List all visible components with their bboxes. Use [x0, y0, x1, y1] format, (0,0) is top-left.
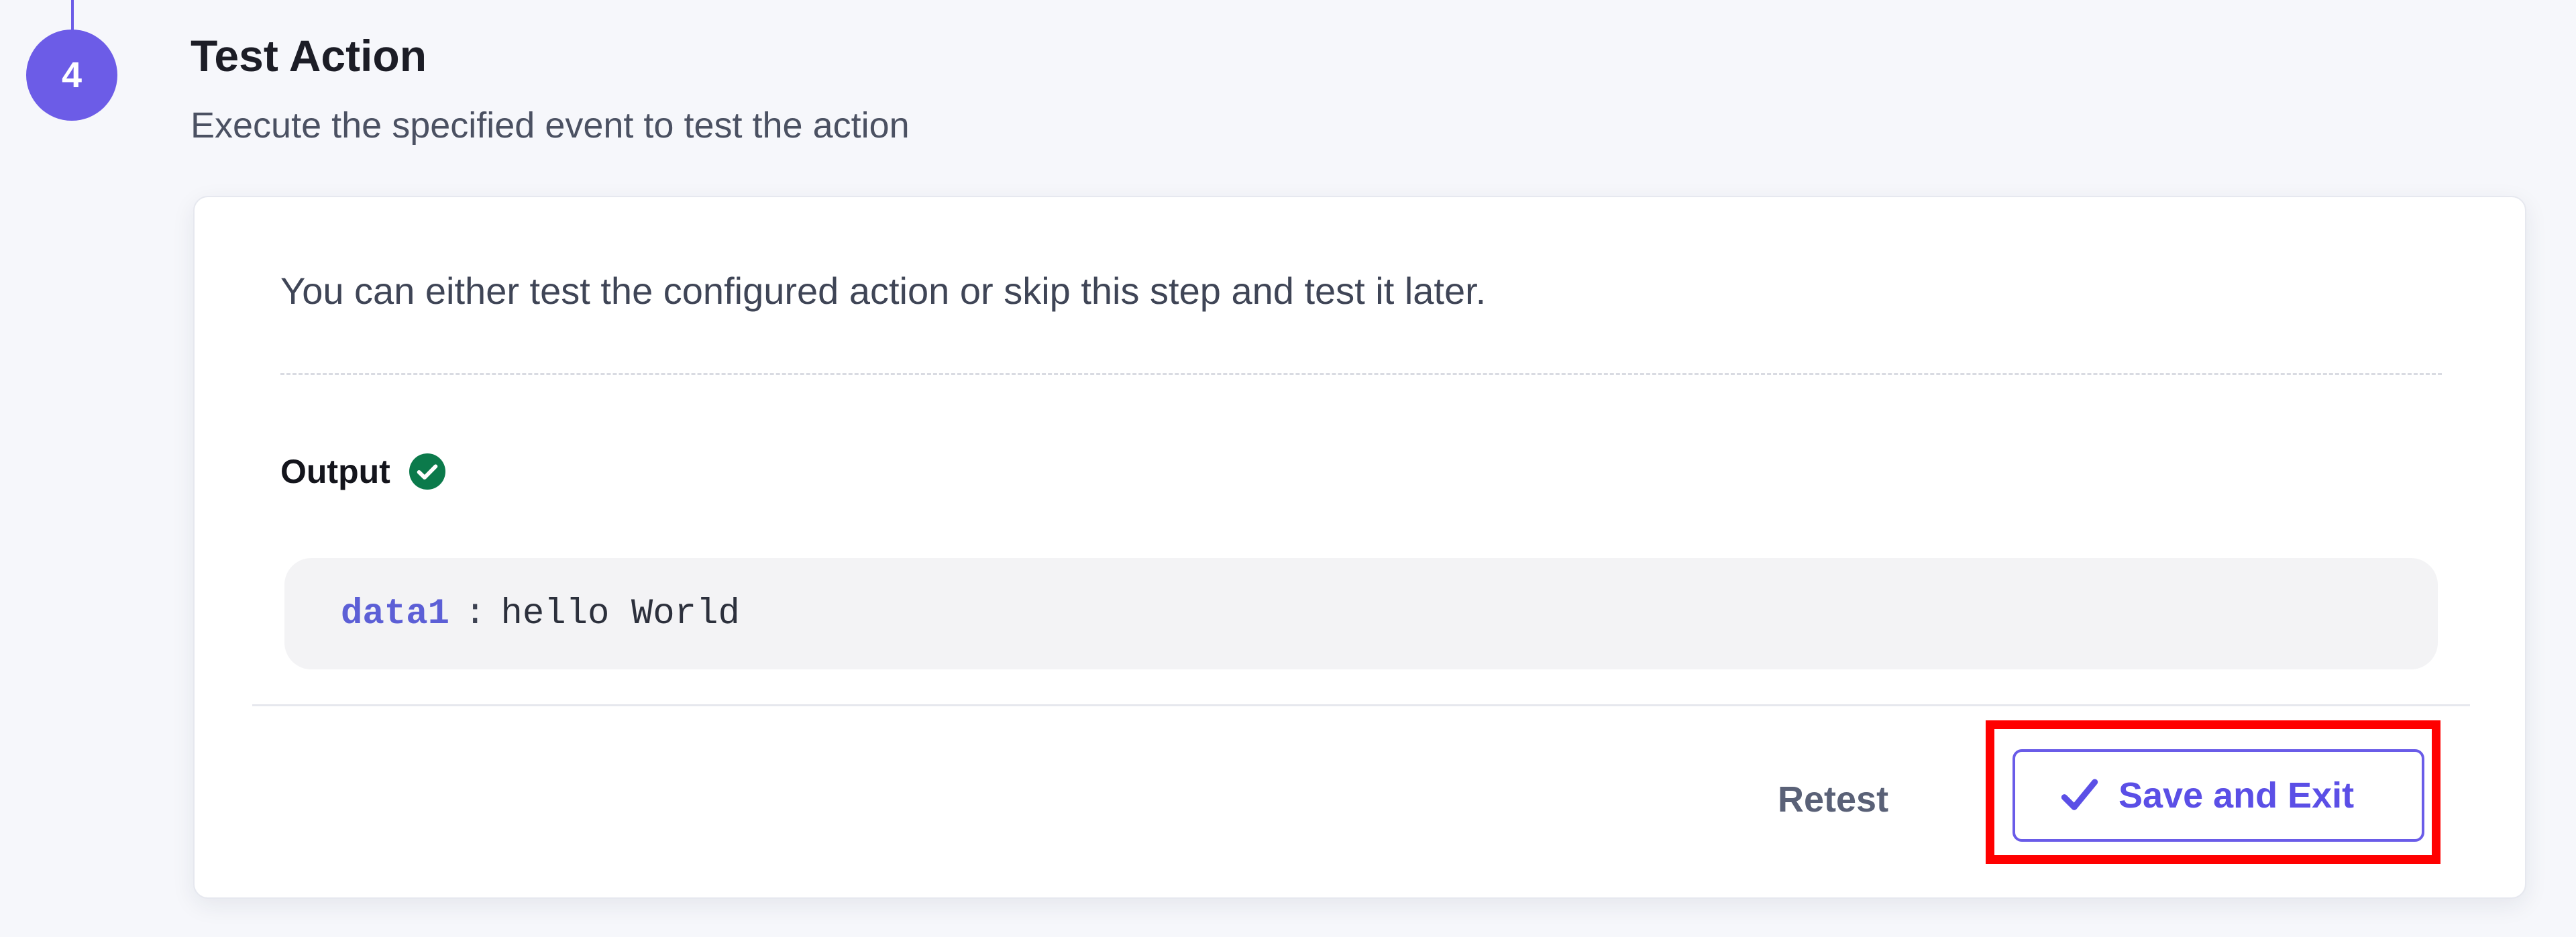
output-separator: : [464, 593, 486, 635]
step-title: Test Action [191, 31, 427, 80]
dashed-divider [280, 373, 2442, 375]
output-value: hello World [500, 593, 740, 635]
checkmark-icon [2061, 779, 2098, 810]
check-circle-icon [409, 453, 445, 490]
output-data-box: data1 : hello World [284, 558, 2438, 669]
step-number-badge: 4 [26, 30, 117, 121]
save-and-exit-button[interactable]: Save and Exit [2012, 749, 2424, 842]
step-connector-line [71, 0, 74, 31]
card-description: You can either test the configured actio… [280, 270, 1487, 312]
output-header: Output [280, 452, 445, 491]
test-action-card: You can either test the configured actio… [193, 196, 2526, 899]
output-key: data1 [341, 593, 450, 635]
output-label: Output [280, 453, 390, 490]
save-and-exit-label: Save and Exit [2118, 775, 2355, 816]
retest-button[interactable]: Retest [1778, 773, 1888, 826]
footer-divider [252, 704, 2470, 706]
step-subtitle: Execute the specified event to test the … [191, 105, 910, 146]
